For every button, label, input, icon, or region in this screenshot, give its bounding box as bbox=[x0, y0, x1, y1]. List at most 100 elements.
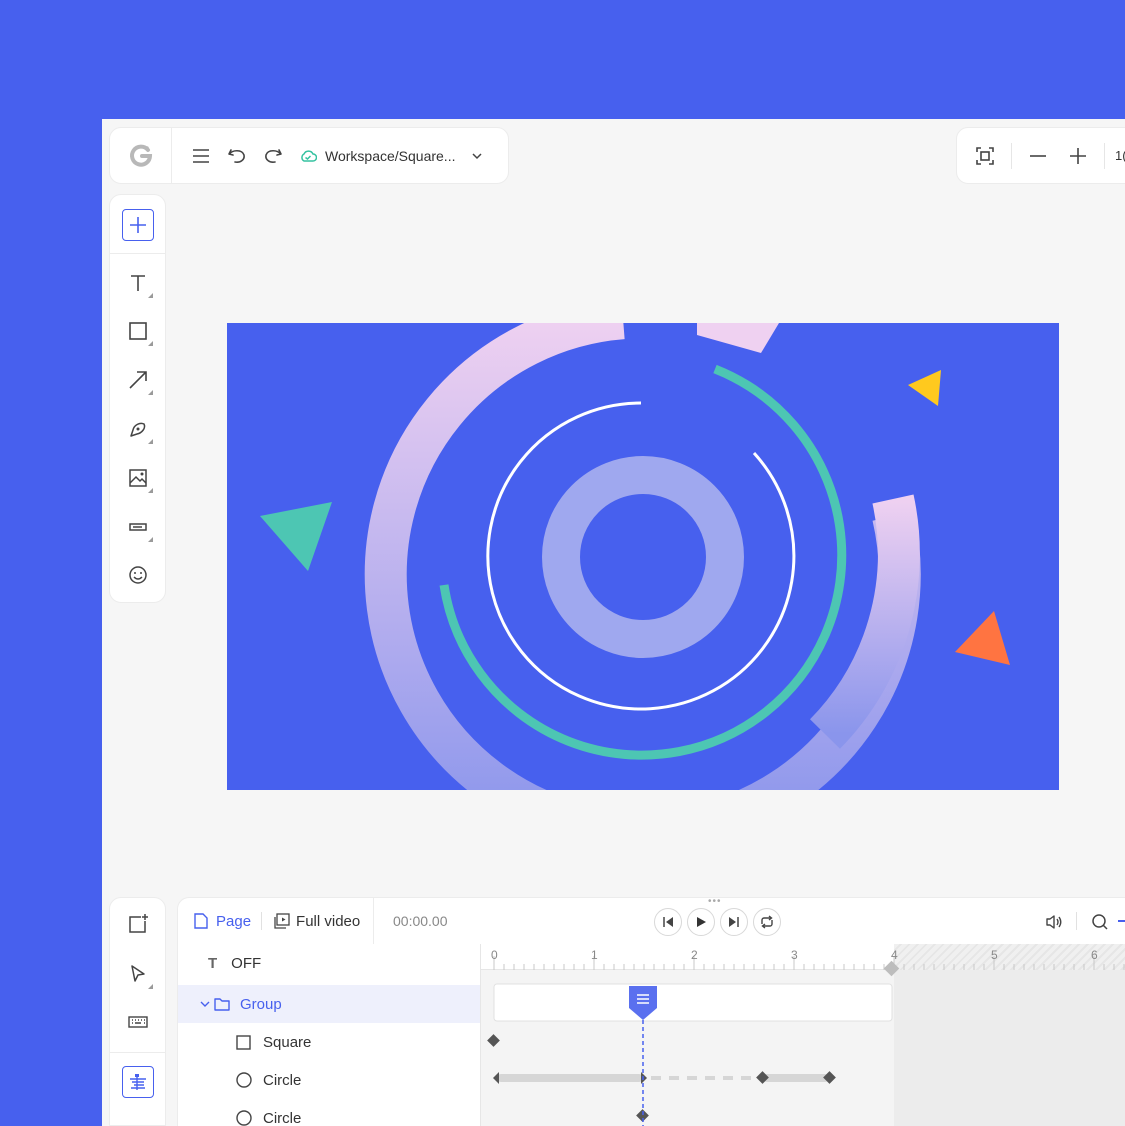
workspace-breadcrumb[interactable]: Workspace/Square... bbox=[299, 148, 483, 164]
cloud-saved-icon bbox=[301, 149, 317, 162]
tab-page[interactable]: Page bbox=[194, 913, 251, 930]
redo-icon bbox=[265, 148, 282, 163]
magnifier-icon bbox=[1092, 914, 1108, 930]
zoom-out-button[interactable] bbox=[1026, 144, 1050, 168]
layer-row-square[interactable]: Square bbox=[178, 1023, 480, 1061]
submenu-indicator bbox=[148, 341, 153, 346]
toolbar-divider bbox=[1104, 142, 1105, 169]
layer-label: Circle bbox=[263, 1109, 302, 1126]
ruler-label: 0 bbox=[491, 948, 498, 962]
ruler-tick-marks bbox=[493, 956, 1125, 970]
layer-label: Circle bbox=[263, 1071, 302, 1089]
submenu-indicator bbox=[148, 293, 153, 298]
group-track-bar bbox=[493, 983, 893, 1022]
volume-button[interactable] bbox=[1042, 910, 1066, 934]
fit-screen-icon bbox=[976, 146, 994, 165]
ruler-label: 4 bbox=[891, 948, 898, 962]
layer-row-group[interactable]: Group bbox=[178, 985, 480, 1023]
yellow-triangle bbox=[908, 370, 941, 406]
loop-button[interactable] bbox=[753, 908, 781, 936]
timeline-icon bbox=[130, 1074, 146, 1090]
toolbar-divider bbox=[1011, 142, 1012, 169]
skip-forward-button[interactable] bbox=[720, 908, 748, 936]
text-icon bbox=[131, 275, 145, 291]
top-toolbar: Workspace/Square... bbox=[109, 127, 509, 184]
layer-label: OFF bbox=[231, 954, 262, 972]
arrow-tool[interactable] bbox=[126, 368, 153, 395]
app-logo[interactable] bbox=[110, 128, 172, 183]
text-layer-icon: T bbox=[208, 954, 218, 972]
skip-forward-icon bbox=[729, 917, 739, 927]
zoom-slider-track[interactable] bbox=[1118, 920, 1125, 922]
end-marker bbox=[883, 960, 900, 977]
track-graphics bbox=[487, 956, 1125, 1126]
current-time: 00:00.00 bbox=[393, 913, 448, 929]
ruler-label: 5 bbox=[991, 948, 998, 962]
outer-ring-top bbox=[697, 323, 779, 353]
layer-row-circle[interactable]: Circle bbox=[178, 1061, 480, 1099]
layer-row-circle[interactable]: Circle bbox=[178, 1099, 480, 1126]
tab-full-video-label: Full video bbox=[296, 912, 361, 930]
redo-button[interactable] bbox=[261, 144, 285, 168]
speaker-icon bbox=[1046, 915, 1062, 929]
undo-button[interactable] bbox=[225, 144, 249, 168]
breadcrumb-text: Workspace/Square... bbox=[325, 147, 456, 164]
keyboard-shortcuts-button[interactable] bbox=[126, 1010, 150, 1034]
rectangle-tool[interactable] bbox=[126, 319, 153, 346]
ruler-label: 1 bbox=[591, 948, 598, 962]
arrow-icon bbox=[129, 371, 147, 389]
emoji-tool[interactable] bbox=[126, 563, 150, 587]
timeline-zoom-button[interactable] bbox=[1088, 910, 1112, 934]
ruler-label: 6 bbox=[1091, 948, 1098, 962]
tab-full-video[interactable]: Full video bbox=[274, 913, 360, 930]
page-icon bbox=[194, 913, 208, 929]
left-toolbar bbox=[109, 194, 166, 603]
add-frame-button[interactable] bbox=[126, 912, 150, 936]
green-triangle bbox=[260, 502, 332, 571]
design-canvas[interactable] bbox=[227, 323, 1059, 790]
play-button[interactable] bbox=[687, 908, 715, 936]
image-icon bbox=[129, 469, 147, 487]
pen-tool[interactable] bbox=[126, 417, 153, 444]
submenu-indicator bbox=[148, 390, 153, 395]
plus-icon bbox=[130, 217, 146, 233]
zoom-in-button[interactable] bbox=[1066, 144, 1090, 168]
view-toolbar: 1( bbox=[956, 127, 1125, 184]
text-tool[interactable] bbox=[126, 271, 153, 298]
header-divider bbox=[373, 898, 374, 944]
menu-button[interactable] bbox=[189, 144, 213, 168]
keyboard-icon bbox=[128, 1016, 148, 1028]
skip-back-button[interactable] bbox=[654, 908, 682, 936]
add-element-button[interactable] bbox=[122, 209, 154, 241]
select-tool[interactable] bbox=[126, 962, 153, 989]
cursor-icon bbox=[131, 965, 145, 982]
layer-row-text[interactable]: T OFF bbox=[178, 944, 480, 982]
video-icon bbox=[274, 913, 290, 929]
submenu-indicator bbox=[148, 984, 153, 989]
ruler-label: 3 bbox=[791, 948, 798, 962]
timeline-toggle-button[interactable] bbox=[122, 1066, 154, 1098]
white-arc-main bbox=[486, 401, 796, 711]
smiley-icon bbox=[129, 566, 147, 584]
loop-icon bbox=[761, 915, 773, 929]
minus-icon bbox=[1030, 154, 1046, 157]
submenu-indicator bbox=[148, 537, 153, 542]
timeline-panel: ••• Page Full video 00:00.00 T OFF Group… bbox=[177, 896, 1125, 1126]
layer-label: Group bbox=[240, 995, 282, 1013]
zoom-level[interactable]: 1( bbox=[1115, 148, 1125, 163]
submenu-indicator bbox=[148, 488, 153, 493]
tween-bar bbox=[497, 1074, 643, 1082]
header-divider bbox=[1076, 912, 1077, 930]
pen-icon bbox=[130, 422, 146, 437]
square-icon bbox=[236, 1034, 251, 1050]
canvas-artwork bbox=[260, 323, 1010, 790]
app-window: Workspace/Square... 1( bbox=[102, 119, 1125, 1126]
circle-icon bbox=[236, 1110, 252, 1126]
logo-icon bbox=[129, 144, 152, 167]
chevron-down-icon bbox=[472, 152, 483, 159]
image-tool[interactable] bbox=[126, 466, 153, 493]
skip-back-icon bbox=[663, 917, 673, 927]
input-tool[interactable] bbox=[126, 515, 153, 542]
fit-screen-button[interactable] bbox=[973, 144, 997, 168]
mode-toolbar bbox=[109, 897, 166, 1126]
